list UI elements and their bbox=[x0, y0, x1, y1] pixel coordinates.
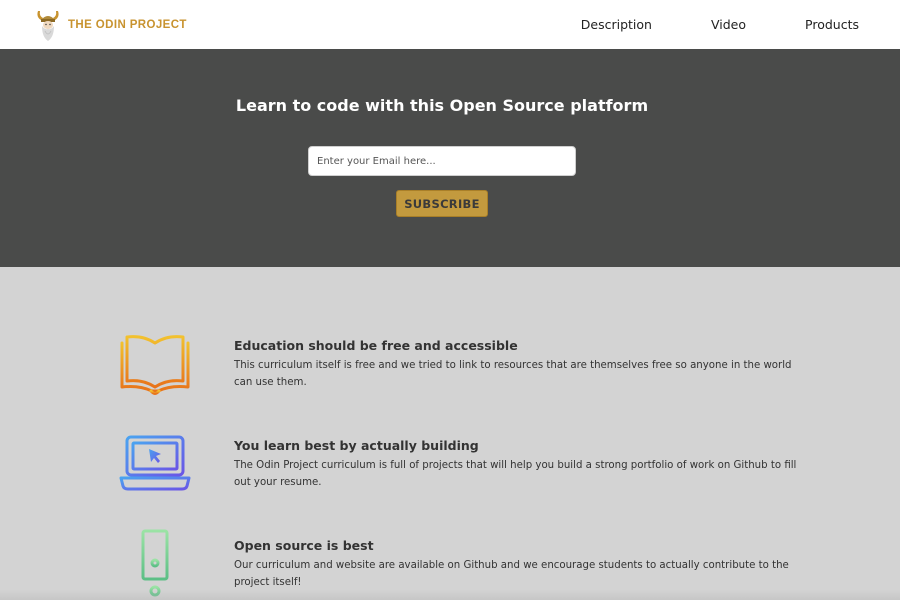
feature-body: Our curriculum and website are available… bbox=[234, 560, 789, 588]
brand[interactable]: THE ODIN PROJECT bbox=[34, 7, 187, 43]
feature-text: Education should be free and accessible … bbox=[234, 338, 804, 391]
odin-viking-logo-icon bbox=[37, 10, 59, 41]
email-input[interactable] bbox=[308, 146, 576, 176]
nav-link-video[interactable]: Video bbox=[711, 17, 746, 32]
brand-name: THE ODIN PROJECT bbox=[68, 18, 187, 31]
nav-link-description[interactable]: Description bbox=[581, 17, 652, 32]
site-header: THE ODIN PROJECT Description Video Produ… bbox=[0, 0, 900, 49]
feature-text: You learn best by actually building The … bbox=[234, 438, 804, 491]
feature-title: Open source is best bbox=[234, 538, 374, 553]
main-nav: Description Video Products bbox=[581, 0, 900, 49]
subscribe-button[interactable]: SUBSCRIBE bbox=[396, 190, 488, 217]
feature-title: You learn best by actually building bbox=[234, 438, 479, 453]
feature-title: Education should be free and accessible bbox=[234, 338, 518, 353]
laptop-cursor-icon bbox=[119, 434, 191, 506]
open-book-icon bbox=[119, 333, 191, 405]
feature-text: Open source is best Our curriculum and w… bbox=[234, 538, 804, 591]
feature-body: This curriculum itself is free and we tr… bbox=[234, 360, 792, 388]
bottom-fade bbox=[0, 590, 900, 600]
feature-body: The Odin Project curriculum is full of p… bbox=[234, 460, 797, 488]
features-section: Education should be free and accessible … bbox=[0, 267, 900, 600]
nav-link-products[interactable]: Products bbox=[805, 17, 859, 32]
hero-title: Learn to code with this Open Source plat… bbox=[235, 96, 649, 115]
hero-section: Learn to code with this Open Source plat… bbox=[0, 49, 900, 267]
